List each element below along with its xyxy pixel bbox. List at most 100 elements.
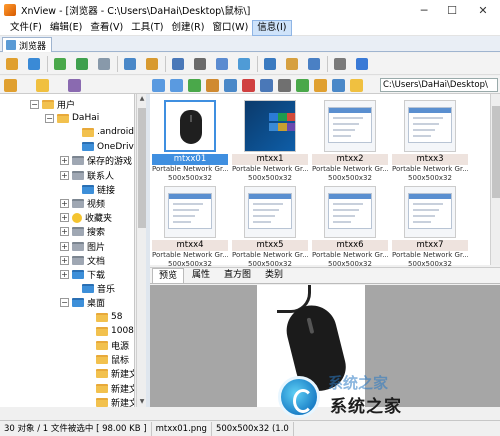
tree-item[interactable]: 链接 [70, 182, 115, 196]
tree-item[interactable]: − 桌面 [60, 296, 105, 310]
status-bar: 30 对象 / 1 文件被选中 [ 98.00 KB ] mtxx01.png … [0, 420, 500, 436]
gear-icon[interactable] [331, 55, 349, 73]
tree-item[interactable]: + 图片 [60, 239, 105, 253]
up-folder-icon[interactable] [188, 78, 201, 92]
tab-properties[interactable]: 属性 [186, 268, 216, 283]
expand-icon[interactable]: + [60, 227, 69, 237]
thumbs-scroll-thumb[interactable] [492, 106, 500, 198]
favorites-tab-icon[interactable] [36, 78, 49, 92]
tree-scroll-thumb[interactable] [138, 108, 146, 228]
thumbs-scrollbar[interactable] [490, 94, 500, 265]
select-icon[interactable] [332, 78, 345, 92]
expand-icon[interactable]: + [60, 213, 69, 223]
thumbnail-item[interactable]: mtxx4 Portable Network Gr... 500x500x32 [152, 184, 228, 268]
view-mode-icon[interactable] [278, 78, 291, 92]
tree-item[interactable]: + 保存的游戏 [60, 154, 132, 168]
thumbnail-item[interactable]: mtxx7 Portable Network Gr... 500x500x32 [392, 184, 468, 268]
tree-item[interactable]: − DaHai [45, 111, 99, 125]
menu-edit[interactable]: 编辑(E) [46, 20, 86, 36]
web-page-icon[interactable] [235, 55, 253, 73]
thumbnail-item[interactable]: mtxx1 Portable Network Gr... 500x500x32 [232, 98, 308, 182]
copy-to-icon[interactable] [121, 55, 139, 73]
filter-icon[interactable] [314, 78, 327, 92]
tab-browser[interactable]: 浏览器 [2, 37, 53, 52]
sort-icon[interactable] [296, 78, 309, 92]
expand-icon[interactable]: + [60, 198, 69, 208]
expand-icon[interactable]: + [60, 269, 69, 279]
expand-icon[interactable]: + [60, 241, 69, 251]
tree-item[interactable]: .android [70, 125, 134, 139]
thumbnail-item[interactable]: mtxx2 Portable Network Gr... 500x500x32 [312, 98, 388, 182]
capture-icon[interactable] [305, 55, 323, 73]
tree-item[interactable]: 音乐 [70, 282, 115, 296]
tree-item[interactable]: + 视频 [60, 196, 105, 210]
back-arrow-icon[interactable] [152, 78, 165, 92]
maximize-button[interactable]: ☐ [438, 0, 466, 20]
thumbnail-image [324, 100, 376, 152]
print-icon[interactable] [191, 55, 209, 73]
info-icon[interactable] [353, 55, 371, 73]
menu-file[interactable]: 文件(F) [6, 20, 46, 36]
folders-tab-icon[interactable] [4, 78, 17, 92]
collapse-icon[interactable]: − [60, 298, 69, 308]
tree-item[interactable]: + 搜索 [60, 225, 105, 239]
menu-view[interactable]: 查看(V) [86, 20, 127, 36]
thumbnail-item[interactable]: mtxx3 Portable Network Gr... 500x500x32 [392, 98, 468, 182]
new-folder-icon[interactable] [206, 78, 219, 92]
expand-icon[interactable]: + [60, 156, 69, 166]
expand-icon[interactable]: + [60, 255, 69, 265]
rename-icon[interactable] [260, 78, 273, 92]
tree-item[interactable]: + 文档 [60, 253, 105, 267]
tab-preview[interactable]: 预览 [152, 268, 185, 283]
sync-icon[interactable] [73, 55, 91, 73]
tree-item[interactable]: 鼠标 [84, 353, 129, 367]
menu-create[interactable]: 创建(R) [167, 20, 208, 36]
status-count: 30 对象 / 1 文件被选中 [ 98.00 KB ] [0, 421, 152, 436]
tree-item[interactable]: 新建文件 [84, 381, 134, 395]
tab-histogram[interactable]: 直方图 [218, 268, 257, 283]
tree-item[interactable]: 10086 [84, 324, 134, 338]
scanner-icon[interactable] [95, 55, 113, 73]
refresh-icon[interactable] [51, 55, 69, 73]
tree-item[interactable]: 新建文件 [84, 395, 134, 407]
forward-arrow-icon[interactable] [170, 78, 183, 92]
contact-sheet-icon[interactable] [213, 55, 231, 73]
open-folder-icon[interactable] [3, 55, 21, 73]
folder-icon [72, 156, 84, 166]
menu-window[interactable]: 窗口(W) [208, 20, 252, 36]
collapse-icon[interactable]: − [45, 113, 54, 123]
tree-item[interactable]: 电源 [84, 338, 129, 352]
menu-info[interactable]: 信息(I) [252, 19, 292, 36]
expand-icon[interactable]: + [60, 170, 69, 180]
tree-item[interactable]: 58 [84, 310, 122, 324]
tree-item[interactable]: OneDrive [70, 140, 134, 154]
thumbnail-item[interactable]: mtxx6 Portable Network Gr... 500x500x32 [312, 184, 388, 268]
categories-tab-icon[interactable] [68, 78, 81, 92]
close-button[interactable]: ✕ [466, 0, 500, 20]
folder-icon [96, 397, 108, 407]
copy-icon[interactable] [224, 78, 237, 92]
path-input[interactable]: C:\Users\DaHai\Desktop\ [380, 78, 498, 92]
minimize-button[interactable]: ─ [410, 0, 438, 20]
desktop-icon[interactable] [261, 55, 279, 73]
menu-tools[interactable]: 工具(T) [127, 20, 167, 36]
delete-icon[interactable] [242, 78, 255, 92]
tree-item[interactable]: + 联系人 [60, 168, 114, 182]
tree-scrollbar[interactable]: ▲ ▼ [136, 94, 146, 407]
thumbnail-item[interactable]: mtxx5 Portable Network Gr... 500x500x32 [232, 184, 308, 268]
dialog-screenshot [408, 193, 452, 229]
folder-icon [82, 142, 94, 152]
thumbnail-image [404, 100, 456, 152]
tree-item[interactable]: 新建文件 [84, 367, 134, 381]
fullscreen-icon[interactable] [25, 55, 43, 73]
tab-categories[interactable]: 类别 [259, 268, 289, 283]
image-icon[interactable] [283, 55, 301, 73]
thumbnail-item[interactable]: mtxx01 Portable Network Gr... 500x500x32 [152, 98, 228, 182]
tree-item[interactable]: + 下载 [60, 267, 105, 281]
tree-item[interactable]: + 收藏夹 [60, 211, 112, 225]
slideshow-icon[interactable] [169, 55, 187, 73]
convert-icon[interactable] [143, 55, 161, 73]
tree-item[interactable]: − 用户 [30, 97, 75, 111]
collapse-icon[interactable]: − [30, 99, 39, 109]
star-icon[interactable] [350, 78, 363, 92]
